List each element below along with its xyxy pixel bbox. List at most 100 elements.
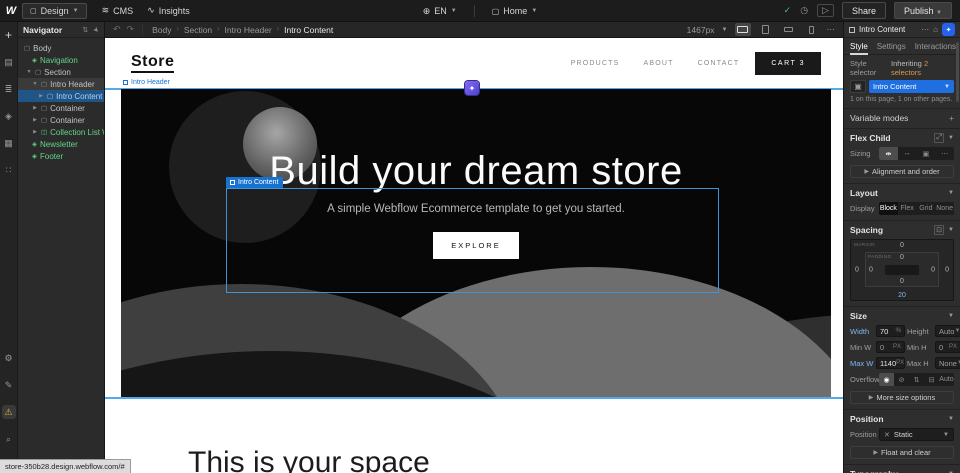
margin-bottom-value[interactable]: 20 [898,292,906,299]
intro-content-badge[interactable]: Intro Content [226,177,283,188]
share-button[interactable]: Share [842,2,886,19]
tree-item-section[interactable]: ▼ ▢ Section [18,66,104,78]
sizing-fixed-icon[interactable]: ▣ [917,147,936,160]
apps-icon[interactable]: ∷ [2,163,16,177]
breadcrumb-intro-content[interactable]: Intro Content [284,25,333,35]
chevron-collapsed-icon[interactable]: ▶ [32,129,38,135]
tree-item-footer[interactable]: ◈ Footer [18,150,104,162]
overflow-auto-option[interactable]: Auto [939,373,954,386]
nav-link-about[interactable]: ABOUT [644,60,674,67]
more-breakpoints-icon[interactable]: ⋯ [827,24,836,35]
element-settings-icon[interactable]: ⌂ [933,25,938,34]
language-selector[interactable]: ⊕ EN ▼ [416,4,464,19]
display-none-option[interactable]: None [935,202,954,215]
chevron-collapsed-icon[interactable]: ▶ [32,105,38,111]
add-element-icon[interactable]: + [2,28,16,42]
overflow-hidden-icon[interactable]: ⊘ [894,373,909,386]
sizing-grow-icon[interactable]: ↔ [898,147,917,160]
breakpoint-phone-icon[interactable] [804,23,820,36]
publish-button[interactable]: Publish ▼ [894,2,952,19]
breadcrumb-section[interactable]: Section [184,25,212,35]
min-width-input[interactable]: 0PX [876,341,905,353]
intro-header-badge[interactable]: Intro Header [123,79,170,86]
overflow-scroll-icon[interactable]: ⇅ [909,373,924,386]
padding-bottom-value[interactable]: 0 [900,278,904,285]
position-dropdown[interactable]: ✕ Static ▼ [879,428,954,441]
tree-item-navigation[interactable]: ◈ Navigation [18,54,104,66]
nav-link-products[interactable]: PRODUCTS [571,60,620,67]
breakpoint-tablet-icon[interactable] [758,23,774,36]
padding-right-value[interactable]: 0 [931,266,935,273]
tree-item-container[interactable]: ▶ ▢ Container [18,102,104,114]
navigator-icon[interactable]: ≣ [2,82,16,96]
tab-settings[interactable]: Settings [877,42,906,51]
overflow-clip-icon[interactable]: ⊟ [924,373,939,386]
ai-assistant-button[interactable]: ✦ [942,23,955,36]
chevron-down-icon[interactable]: ▼ [948,313,954,319]
design-canvas[interactable]: Store PRODUCTS ABOUT CONTACT CART 3 Intr… [105,38,843,473]
cart-button[interactable]: CART 3 [755,52,821,75]
chevron-expanded-icon[interactable]: ▼ [32,81,38,87]
breakpoint-phone-landscape-icon[interactable] [781,23,797,36]
more-options-icon[interactable]: ⋯ [921,25,929,34]
nav-link-contact[interactable]: CONTACT [698,60,740,67]
tree-item-collection-list[interactable]: ▶ ◫ Collection List Wra... [18,126,104,138]
display-flex-option[interactable]: Flex [898,202,917,215]
display-grid-option[interactable]: Grid [917,202,936,215]
preview-icon[interactable]: ▷ [817,4,834,17]
chevron-expanded-icon[interactable]: ▼ [26,69,32,75]
assets-icon[interactable]: ▦ [2,136,16,150]
tab-style[interactable]: Style [850,42,868,51]
more-size-options-button[interactable]: ▶ More size options [850,391,954,404]
height-input[interactable]: Auto▼ [935,325,960,337]
chevron-down-icon[interactable]: ▼ [948,135,954,141]
redo-icon[interactable]: ↷ [127,24,135,35]
display-block-option[interactable]: Block [879,202,898,215]
tree-item-intro-header[interactable]: ▼ ▢ Intro Header [18,78,104,90]
zoom-icon[interactable]: ⌕ [2,432,16,446]
margin-right-value[interactable]: 0 [945,267,949,274]
breadcrumb-body[interactable]: Body [152,25,171,35]
settings-icon[interactable]: ⚙ [2,351,16,365]
space-section-heading[interactable]: This is your space [188,446,430,473]
chevron-down-icon[interactable]: ▼ [948,416,954,422]
collapse-all-icon[interactable]: ⇅ [82,26,88,34]
add-variable-mode-icon[interactable]: + [949,113,954,123]
insights-button[interactable]: ∿ Insights [140,3,197,18]
chevron-collapsed-icon[interactable]: ▶ [38,93,44,99]
flex-parent-indicator-icon[interactable]: ⤢ [934,133,944,143]
panel-scrollbar[interactable] [956,42,959,102]
audit-icon[interactable]: ✎ [2,378,16,392]
width-input[interactable]: 70% [876,325,905,337]
breadcrumb-intro-header[interactable]: Intro Header [225,25,272,35]
breakpoint-desktop-icon[interactable] [735,23,751,36]
spacing-widget[interactable]: MARGIN 0 0 0 20 PADDING 0 0 0 0 [850,239,954,301]
hero-section[interactable]: Build your dream store A simple Webflow … [121,89,831,398]
tree-item-intro-content[interactable]: ▶ ▢ Intro Content [18,90,104,102]
max-width-input[interactable]: 1140PX [876,357,905,369]
min-height-input[interactable]: 0PX [935,341,960,353]
history-icon[interactable]: ◷ [799,4,809,17]
spacing-link-icon[interactable]: ⊡ [934,225,944,235]
padding-top-value[interactable]: 0 [900,254,904,261]
design-mode-button[interactable]: ▢ Design ▼ [22,3,87,19]
margin-left-value[interactable]: 0 [855,267,859,274]
chevron-down-icon[interactable]: ▼ [948,227,954,233]
chevron-down-icon[interactable]: ▼ [948,190,954,196]
tree-item-body[interactable]: ▢ Body [18,42,104,54]
class-selector-pill[interactable]: Intro Content ▼ [869,80,954,93]
padding-left-value[interactable]: 0 [869,266,873,273]
tab-interactions[interactable]: Interactions [915,42,956,51]
components-icon[interactable]: ◈ [2,109,16,123]
pin-icon[interactable]: ➤ [91,25,101,35]
cms-button[interactable]: ≋ CMS [95,3,141,18]
overflow-visible-icon[interactable]: ◉ [879,373,894,386]
chevron-collapsed-icon[interactable]: ▶ [32,117,38,123]
margin-top-value[interactable]: 0 [900,242,904,249]
sizing-more-icon[interactable]: ⋯ [935,147,954,160]
pages-icon[interactable]: ▤ [2,55,16,69]
max-height-input[interactable]: None▼ [935,357,960,369]
element-actions-handle[interactable]: ✦ [465,81,479,95]
float-and-clear-button[interactable]: ▶ Float and clear [850,446,954,459]
sizing-shrink-icon[interactable]: ⇹ [879,147,898,160]
